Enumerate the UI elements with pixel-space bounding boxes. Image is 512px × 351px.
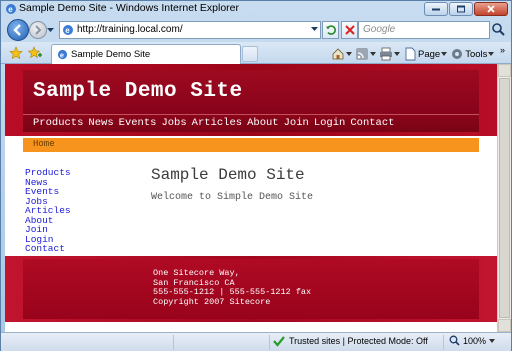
favorites-star-icon[interactable] [9, 46, 23, 60]
print-icon [380, 47, 392, 61]
svg-text:e: e [8, 5, 13, 14]
search-box[interactable]: Google [358, 21, 490, 39]
scroll-down-button[interactable] [498, 319, 511, 332]
back-icon [13, 24, 21, 36]
status-divider [269, 335, 270, 350]
forward-button[interactable] [29, 21, 47, 39]
site-title: Sample Demo Site [33, 80, 243, 103]
page-dropdown-icon [441, 52, 448, 56]
stop-icon [344, 25, 355, 35]
feeds-button[interactable] [355, 46, 376, 62]
feeds-icon [356, 48, 368, 60]
status-divider [173, 335, 174, 350]
address-dropdown-icon[interactable] [311, 27, 318, 32]
close-icon [487, 5, 495, 13]
command-bar: Page Tools [331, 45, 495, 63]
site-nav-products[interactable]: Products [33, 117, 83, 129]
security-zone[interactable]: Trusted sites | Protected Mode: Off [273, 335, 428, 347]
scroll-up-button[interactable] [498, 64, 511, 77]
welcome-text: Welcome to Simple Demo Site [151, 192, 314, 203]
window-controls [423, 2, 508, 16]
site-top-nav-items: Products News Events Jobs Articles About… [33, 117, 394, 129]
new-tab-button[interactable] [242, 46, 258, 62]
site-nav-events[interactable]: Events [119, 117, 157, 129]
address-bar[interactable]: e http://training.local.com/ [59, 21, 321, 39]
site-nav-news[interactable]: News [88, 117, 113, 129]
page-icon: e [63, 25, 73, 35]
search-icon[interactable] [490, 21, 508, 39]
stop-button[interactable] [341, 21, 358, 39]
tools-dropdown-icon [488, 52, 495, 56]
page-menu-label: Page [418, 48, 441, 60]
security-zone-label: Trusted sites | Protected Mode: Off [289, 336, 428, 346]
site-nav-login[interactable]: Login [314, 117, 346, 129]
window-title: Sample Demo Site - Windows Internet Expl… [19, 2, 240, 14]
title-bar: e Sample Demo Site - Windows Internet Ex… [1, 1, 511, 17]
refresh-icon [325, 25, 336, 35]
zoom-icon [449, 335, 460, 346]
search-placeholder[interactable]: Google [363, 24, 395, 35]
recent-pages-dropdown-icon[interactable] [47, 27, 54, 33]
zoom-control[interactable]: 100% [449, 335, 496, 346]
tools-menu-label: Tools [465, 48, 488, 60]
print-dropdown-icon[interactable] [394, 52, 400, 56]
minimize-icon [432, 8, 440, 11]
more-commands-button[interactable]: » [500, 45, 505, 55]
tab-label: Sample Demo Site [71, 49, 151, 60]
page-title: Sample Demo Site [151, 166, 305, 184]
page-icon: e [57, 49, 68, 59]
zoom-level: 100% [463, 335, 487, 346]
site-nav-jobs[interactable]: Jobs [161, 117, 186, 129]
site-nav-articles[interactable]: Articles [192, 117, 242, 129]
vertical-scrollbar[interactable] [497, 64, 511, 332]
status-bar: Trusted sites | Protected Mode: Off 100% [1, 332, 511, 351]
home-dropdown-icon[interactable] [346, 52, 352, 56]
home-button[interactable] [331, 46, 352, 62]
svg-text:e: e [60, 50, 64, 59]
site-header: Sample Demo Site [23, 70, 479, 114]
site-top-nav: Products News Events Jobs Articles About… [23, 114, 479, 132]
page-menu-icon [405, 47, 416, 61]
back-button[interactable] [7, 19, 29, 41]
svg-text:e: e [65, 26, 70, 35]
tools-gear-icon [452, 49, 463, 59]
refresh-button[interactable] [322, 21, 339, 39]
ie-icon: e [6, 4, 16, 14]
add-favorites-icon[interactable] [28, 46, 42, 60]
page-viewport: Sample Demo Site Products News Events Jo… [5, 64, 497, 332]
status-divider [443, 335, 444, 350]
close-button[interactable] [474, 2, 508, 16]
home-icon [332, 48, 344, 60]
checkmark-icon [273, 336, 285, 347]
forward-icon [35, 25, 42, 35]
navigation-bar: e http://training.local.com/ Google [1, 18, 511, 42]
breadcrumb-home[interactable]: Home [33, 139, 55, 149]
footer-line: Copyright 2007 Sitecore [153, 296, 271, 307]
site-nav-contact[interactable]: Contact [350, 117, 394, 129]
footer-address: One Sitecore Way, San Francisco CA 555-5… [153, 268, 311, 307]
tab-sample-demo-site[interactable]: e Sample Demo Site [51, 44, 241, 64]
site-page: Sample Demo Site Products News Events Jo… [5, 64, 497, 332]
feeds-dropdown-icon[interactable] [370, 52, 376, 56]
print-button[interactable] [379, 46, 400, 62]
maximize-icon [457, 5, 465, 13]
breadcrumb: Home [23, 138, 479, 152]
maximize-button[interactable] [449, 2, 473, 16]
sidebar-item-contact[interactable]: Contact [25, 244, 71, 254]
minimize-button[interactable] [424, 2, 448, 16]
tab-bar: e Sample Demo Site Page Tools » [1, 42, 511, 64]
address-url[interactable]: http://training.local.com/ [77, 24, 183, 35]
page-menu-button[interactable]: Page [403, 46, 448, 62]
sidebar-nav: Products News Events Jobs Articles About… [25, 168, 71, 254]
scroll-thumb[interactable] [499, 78, 510, 318]
zoom-dropdown-icon[interactable] [489, 338, 496, 343]
site-nav-join[interactable]: Join [284, 117, 309, 129]
site-nav-about[interactable]: About [247, 117, 279, 129]
address-buttons [322, 21, 358, 39]
tools-menu-button[interactable]: Tools [450, 46, 495, 62]
browser-window: e Sample Demo Site - Windows Internet Ex… [0, 0, 512, 351]
